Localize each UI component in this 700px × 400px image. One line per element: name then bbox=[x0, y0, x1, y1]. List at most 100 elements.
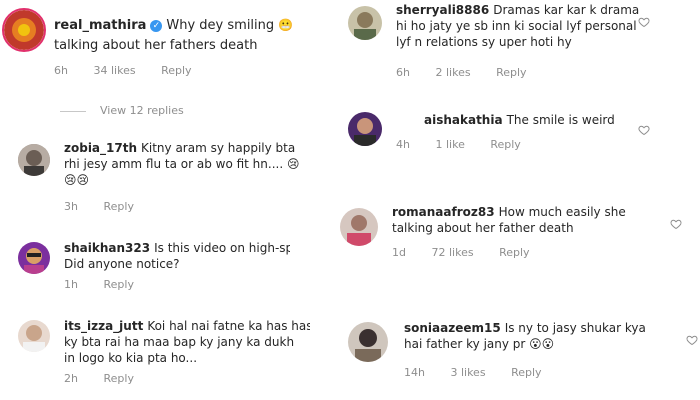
avatar-image bbox=[348, 6, 382, 40]
comment-panel-izza: its_izza_jutt Koi hal nai fatne ka has ha… bbox=[0, 300, 310, 400]
comment-body: Is ny to jasy shukar kya bbox=[504, 321, 646, 335]
timestamp: 1d bbox=[392, 246, 406, 259]
comment-text: sherryali8886 Dramas kar kar k drama hi h… bbox=[396, 2, 656, 50]
comment-panel-zobia: zobia_17th Kitny aram sy happily bta rhi … bbox=[0, 136, 310, 226]
crying-emoji-icon: 😢 bbox=[286, 157, 300, 171]
comment-meta: 2h Reply bbox=[64, 372, 156, 385]
comment-body: Kitny aram sy happily bta bbox=[141, 141, 296, 155]
comment-panel-aishakathia: aishakathia The smile is weird 4h 1 like … bbox=[330, 100, 670, 178]
avatar[interactable] bbox=[348, 322, 388, 362]
comment-text: real_mathira ✓ Why dey smiling 😬 talking a… bbox=[54, 16, 324, 56]
comment-body-line3: lyf n relations sy uper hoti hy bbox=[396, 35, 572, 49]
comment-body-line2: rhi jesy amm flu ta or ab wo fit hn.... bbox=[64, 157, 284, 171]
likes-count[interactable]: 34 likes bbox=[93, 64, 135, 77]
heart-icon[interactable] bbox=[686, 334, 698, 346]
comment-panel-romana: romanaafroz83 How much easily she talking… bbox=[290, 200, 700, 290]
avatar-image bbox=[340, 208, 378, 246]
heart-icon[interactable] bbox=[638, 16, 650, 28]
avatar[interactable] bbox=[340, 208, 378, 246]
comment-body-line2: hai father ky jany pr bbox=[404, 337, 526, 351]
reply-button[interactable]: Reply bbox=[103, 200, 133, 213]
comment-panel-shaikhan: shaikhan323 Is this video on high-spee Di… bbox=[0, 226, 290, 298]
comment-text: zobia_17th Kitny aram sy happily bta rhi … bbox=[64, 140, 304, 188]
avatar-image bbox=[18, 144, 50, 176]
comment-body-line2: hi ho jaty ye sb inn ki social lyf perso… bbox=[396, 19, 637, 33]
timestamp: 14h bbox=[404, 366, 425, 379]
username[interactable]: romanaafroz83 bbox=[392, 205, 495, 219]
replies-dash bbox=[60, 110, 86, 112]
username[interactable]: real_mathira bbox=[54, 18, 146, 33]
heart-icon[interactable] bbox=[670, 218, 682, 230]
comment-body-line2: talking about her fathers death bbox=[54, 38, 258, 53]
comment-body: Koi hal nai fatne ka has has bbox=[147, 319, 310, 333]
avatar[interactable] bbox=[18, 242, 50, 274]
comment-meta: 3h Reply bbox=[64, 200, 156, 213]
comment-text: romanaafroz83 How much easily she talking… bbox=[392, 204, 682, 236]
verified-badge-icon: ✓ bbox=[150, 19, 163, 32]
reply-button[interactable]: Reply bbox=[161, 64, 191, 77]
comment-text: soniaazeem15 Is ny to jasy shukar kya hai… bbox=[404, 320, 684, 352]
reply-button[interactable]: Reply bbox=[496, 66, 526, 79]
avatar[interactable] bbox=[348, 6, 382, 40]
comment-meta: 14h 3 likes Reply bbox=[404, 366, 564, 379]
avatar-image bbox=[4, 10, 44, 50]
username[interactable]: its_izza_jutt bbox=[64, 319, 143, 333]
timestamp: 3h bbox=[64, 200, 78, 213]
comment-meta: 6h 2 likes Reply bbox=[396, 66, 549, 79]
grimacing-emoji-icon: 😬 bbox=[278, 18, 294, 32]
avatar[interactable] bbox=[18, 144, 50, 176]
astonished-emoji-icon: 😮 bbox=[529, 337, 542, 351]
avatar[interactable] bbox=[18, 320, 50, 352]
likes-count[interactable]: 72 likes bbox=[431, 246, 473, 259]
reply-button[interactable]: Reply bbox=[103, 372, 133, 385]
reply-button[interactable]: Reply bbox=[499, 246, 529, 259]
reply-button[interactable]: Reply bbox=[103, 278, 133, 291]
avatar-image bbox=[348, 112, 382, 146]
comment-body-line2: talking about her father death bbox=[392, 221, 574, 235]
heart-icon[interactable] bbox=[638, 124, 650, 136]
comment-text: aishakathia The smile is weird bbox=[424, 112, 654, 128]
view-replies-label: View 12 replies bbox=[100, 104, 184, 117]
comment-text: its_izza_jutt Koi hal nai fatne ka has ha… bbox=[64, 318, 310, 366]
comment-body: The smile is weird bbox=[506, 113, 615, 127]
timestamp: 2h bbox=[64, 372, 78, 385]
username[interactable]: shaikhan323 bbox=[64, 241, 150, 255]
comment-body: Is this video on high-spee bbox=[154, 241, 290, 255]
reply-button[interactable]: Reply bbox=[511, 366, 541, 379]
reply-button[interactable]: Reply bbox=[490, 138, 520, 151]
likes-count[interactable]: 2 likes bbox=[435, 66, 470, 79]
comment-panel-sherryali: sherryali8886 Dramas kar kar k drama hi h… bbox=[330, 0, 670, 92]
username[interactable]: soniaazeem15 bbox=[404, 321, 501, 335]
timestamp: 1h bbox=[64, 278, 78, 291]
comment-meta: 1h Reply bbox=[64, 278, 156, 291]
likes-count[interactable]: 3 likes bbox=[450, 366, 485, 379]
avatar-image bbox=[348, 322, 388, 362]
comment-meta: 1d 72 likes Reply bbox=[392, 246, 552, 259]
comment-body-line2: Did anyone notice? bbox=[64, 257, 180, 271]
astonished-emoji-icon: 😮 bbox=[541, 337, 555, 351]
avatar-image bbox=[18, 242, 50, 274]
comment-panel-sonia: soniaazeem15 Is ny to jasy shukar kya hai… bbox=[330, 300, 700, 400]
comment-body: Why dey smiling bbox=[166, 18, 275, 33]
crying-emoji-icon: 😢 bbox=[76, 173, 90, 187]
username[interactable]: sherryali8886 bbox=[396, 3, 489, 17]
comment-body: Dramas kar kar k drama bbox=[493, 3, 640, 17]
likes-count[interactable]: 1 like bbox=[435, 138, 464, 151]
comment-meta: 6h 34 likes Reply bbox=[54, 64, 214, 77]
comment-body: How much easily she bbox=[498, 205, 626, 219]
crying-emoji-icon: 😢 bbox=[64, 173, 77, 187]
username[interactable]: zobia_17th bbox=[64, 141, 137, 155]
timestamp: 6h bbox=[396, 66, 410, 79]
comment-text: shaikhan323 Is this video on high-spee Di… bbox=[64, 240, 290, 272]
avatar[interactable] bbox=[348, 112, 382, 146]
comment-body-line2: ky bta rai ha maa bap ky jany ka dukh bbox=[64, 335, 295, 349]
timestamp: 4h bbox=[396, 138, 410, 151]
comment-panel-real-mathira: real_mathira ✓ Why dey smiling 😬 talking a… bbox=[0, 0, 330, 135]
comment-body-line3: in logo ko kia pta ho... bbox=[64, 351, 198, 365]
avatar-image bbox=[18, 320, 50, 352]
avatar[interactable] bbox=[2, 8, 46, 52]
view-replies-button[interactable]: View 12 replies bbox=[60, 104, 184, 117]
username[interactable]: aishakathia bbox=[424, 113, 503, 127]
timestamp: 6h bbox=[54, 64, 68, 77]
comment-meta: 4h 1 like Reply bbox=[396, 138, 543, 151]
